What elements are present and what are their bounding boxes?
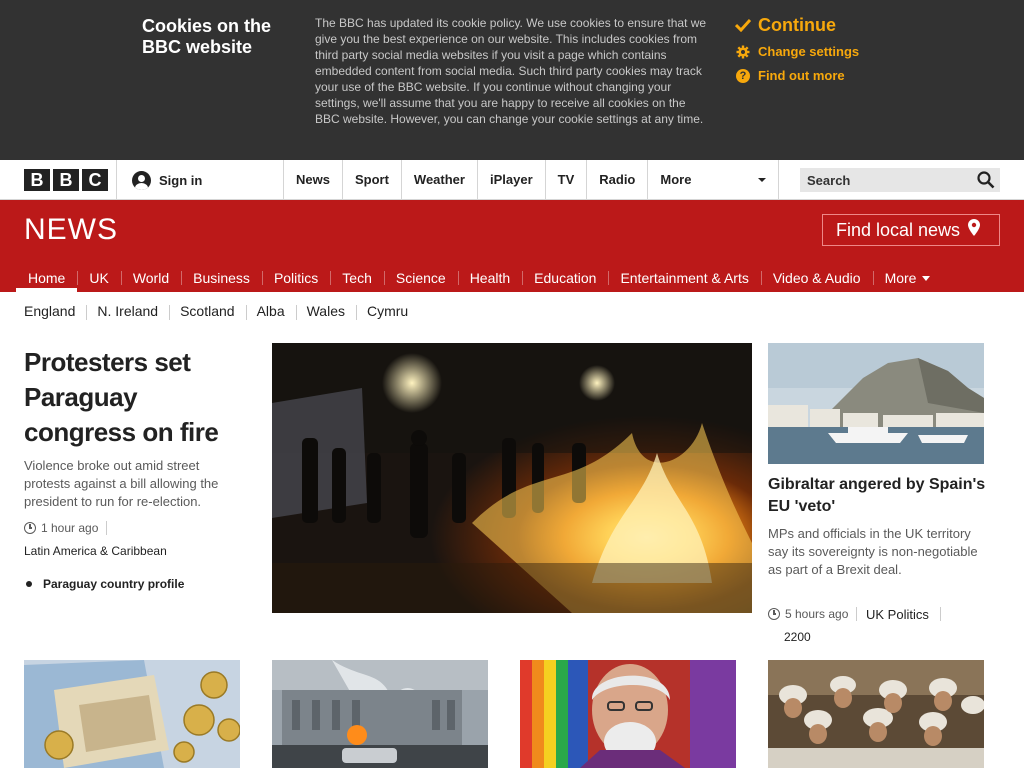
news-nav-video-audio[interactable]: Video & Audio (760, 264, 873, 292)
search-input[interactable] (807, 172, 972, 188)
cookie-actions: Continue Change settings ? Find out more (735, 13, 935, 90)
side-story-section-link[interactable]: UK Politics (866, 607, 929, 622)
bbc-logo-letter: C (82, 169, 108, 191)
continue-label: Continue (758, 14, 836, 35)
find-out-more-label: Find out more (758, 68, 845, 83)
global-nav-more-label: More (660, 172, 692, 187)
side-story-timestamp: 5 hours ago (768, 607, 863, 621)
global-nav-sport[interactable]: Sport (341, 160, 401, 199)
global-nav-tv[interactable]: TV (544, 160, 587, 199)
bullet-icon (26, 581, 32, 587)
lead-story-headline[interactable]: Protesters set Paraguay congress on fire (24, 345, 244, 450)
side-story-comment-count[interactable]: 2200 (784, 630, 811, 644)
news-logo[interactable]: NEWS (24, 213, 118, 247)
divider (856, 607, 858, 621)
question-icon: ? (735, 68, 751, 83)
lead-story-section-link[interactable]: Latin America & Caribbean (24, 544, 167, 558)
news-nav-uk[interactable]: UK (77, 264, 120, 292)
story-image-crowd[interactable] (768, 660, 984, 768)
story-image-building-fire[interactable] (272, 660, 488, 768)
clock-icon (24, 522, 36, 534)
lead-story-time: 1 hour ago (41, 521, 99, 535)
divider (116, 160, 117, 199)
news-nav-entertainment-arts[interactable]: Entertainment & Arts (608, 264, 760, 292)
news-nav-science[interactable]: Science (383, 264, 458, 292)
news-nav-education[interactable]: Education (522, 264, 608, 292)
divider (940, 607, 941, 621)
global-nav-radio[interactable]: Radio (586, 160, 647, 199)
sign-in-label: Sign in (159, 173, 203, 188)
story-image-portrait[interactable] (520, 660, 736, 768)
bbc-logo[interactable]: B B C (24, 169, 108, 191)
news-header: NEWS Find local news Home UK World Busin… (0, 200, 1024, 292)
news-nav-health[interactable]: Health (457, 264, 522, 292)
find-out-more-link[interactable]: ? Find out more (735, 66, 935, 85)
bbc-logo-letter: B (24, 169, 50, 191)
news-nav-home[interactable]: Home (16, 264, 78, 292)
global-nav-iplayer[interactable]: iPlayer (476, 160, 545, 199)
news-nav-more[interactable]: More (872, 264, 943, 292)
global-nav: News Sport Weather iPlayer TV Radio More (283, 160, 780, 199)
related-link-label: Paraguay country profile (43, 577, 185, 591)
story-image-money[interactable] (24, 660, 240, 768)
lead-story-summary: Violence broke out amid street protests … (24, 458, 219, 509)
global-nav-weather[interactable]: Weather (400, 160, 477, 199)
checkmark-icon (735, 18, 751, 32)
location-pin-icon (968, 219, 981, 241)
subnav-wales[interactable]: Wales (295, 303, 356, 320)
news-nav-world[interactable]: World (120, 264, 181, 292)
find-local-news-button[interactable]: Find local news (822, 214, 1000, 246)
lead-story-timestamp: 1 hour ago (24, 521, 108, 535)
divider (106, 521, 108, 535)
change-settings-button[interactable]: Change settings (735, 42, 935, 61)
chevron-down-icon (758, 177, 767, 182)
continue-button[interactable]: Continue (735, 13, 935, 37)
change-settings-label: Change settings (758, 44, 860, 59)
related-link[interactable]: Paraguay country profile (24, 577, 184, 591)
sign-in-link[interactable]: Sign in (132, 171, 202, 190)
news-nav-tech[interactable]: Tech (330, 264, 384, 292)
cookie-title: Cookies on the BBC website (142, 16, 272, 57)
user-avatar-icon (132, 171, 151, 190)
news-nav-politics[interactable]: Politics (261, 264, 330, 292)
subnav-alba[interactable]: Alba (245, 303, 296, 320)
side-story-summary: MPs and officials in the UK territory sa… (768, 526, 978, 577)
find-local-news-label: Find local news (836, 219, 961, 240)
subnav-n-ireland[interactable]: N. Ireland (86, 303, 169, 320)
cookie-banner: Cookies on the BBC website The BBC has u… (0, 0, 1024, 160)
bbc-logo-letter: B (53, 169, 79, 191)
subnav-england[interactable]: England (24, 303, 86, 319)
chevron-down-icon (922, 275, 931, 281)
search-icon[interactable] (977, 171, 995, 189)
search-box (800, 168, 1000, 192)
gear-icon (735, 45, 751, 59)
news-nav-more-label: More (884, 270, 917, 286)
subnav-cymru[interactable]: Cymru (356, 303, 419, 320)
subnav-scotland[interactable]: Scotland (169, 303, 245, 320)
lead-story-image[interactable] (272, 343, 752, 613)
global-nav-news[interactable]: News (283, 160, 342, 199)
news-nav-business[interactable]: Business (181, 264, 262, 292)
side-story-headline[interactable]: Gibraltar angered by Spain's EU 'veto' (768, 474, 993, 518)
side-story-image[interactable] (768, 343, 984, 464)
clock-icon (768, 608, 780, 620)
cookie-text: The BBC has updated its cookie policy. W… (315, 16, 707, 126)
regional-subnav: England N. Ireland Scotland Alba Wales C… (24, 292, 419, 330)
news-nav: Home UK World Business Politics Tech Sci… (16, 264, 942, 292)
global-masthead: B B C Sign in News Sport Weather iPlayer… (0, 160, 1024, 200)
side-story-time: 5 hours ago (785, 607, 849, 621)
global-nav-more[interactable]: More (647, 160, 780, 199)
